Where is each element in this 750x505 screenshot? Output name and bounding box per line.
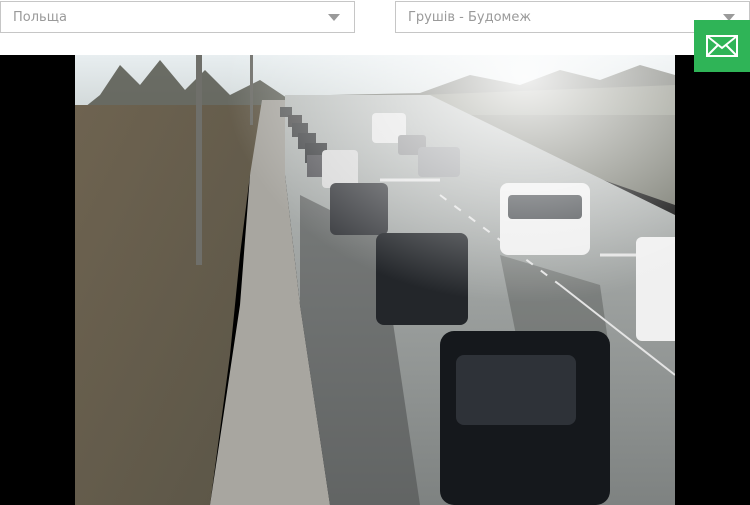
- country-select-value: Польща: [13, 10, 67, 25]
- border-crossing-select-value: Грушів - Будомеж: [408, 10, 532, 25]
- envelope-icon: [706, 35, 738, 57]
- contact-button[interactable]: [694, 20, 750, 72]
- camera-feed[interactable]: [0, 55, 750, 505]
- country-select[interactable]: Польща: [0, 1, 355, 33]
- camera-image: [0, 55, 750, 505]
- chevron-down-icon: [328, 14, 340, 21]
